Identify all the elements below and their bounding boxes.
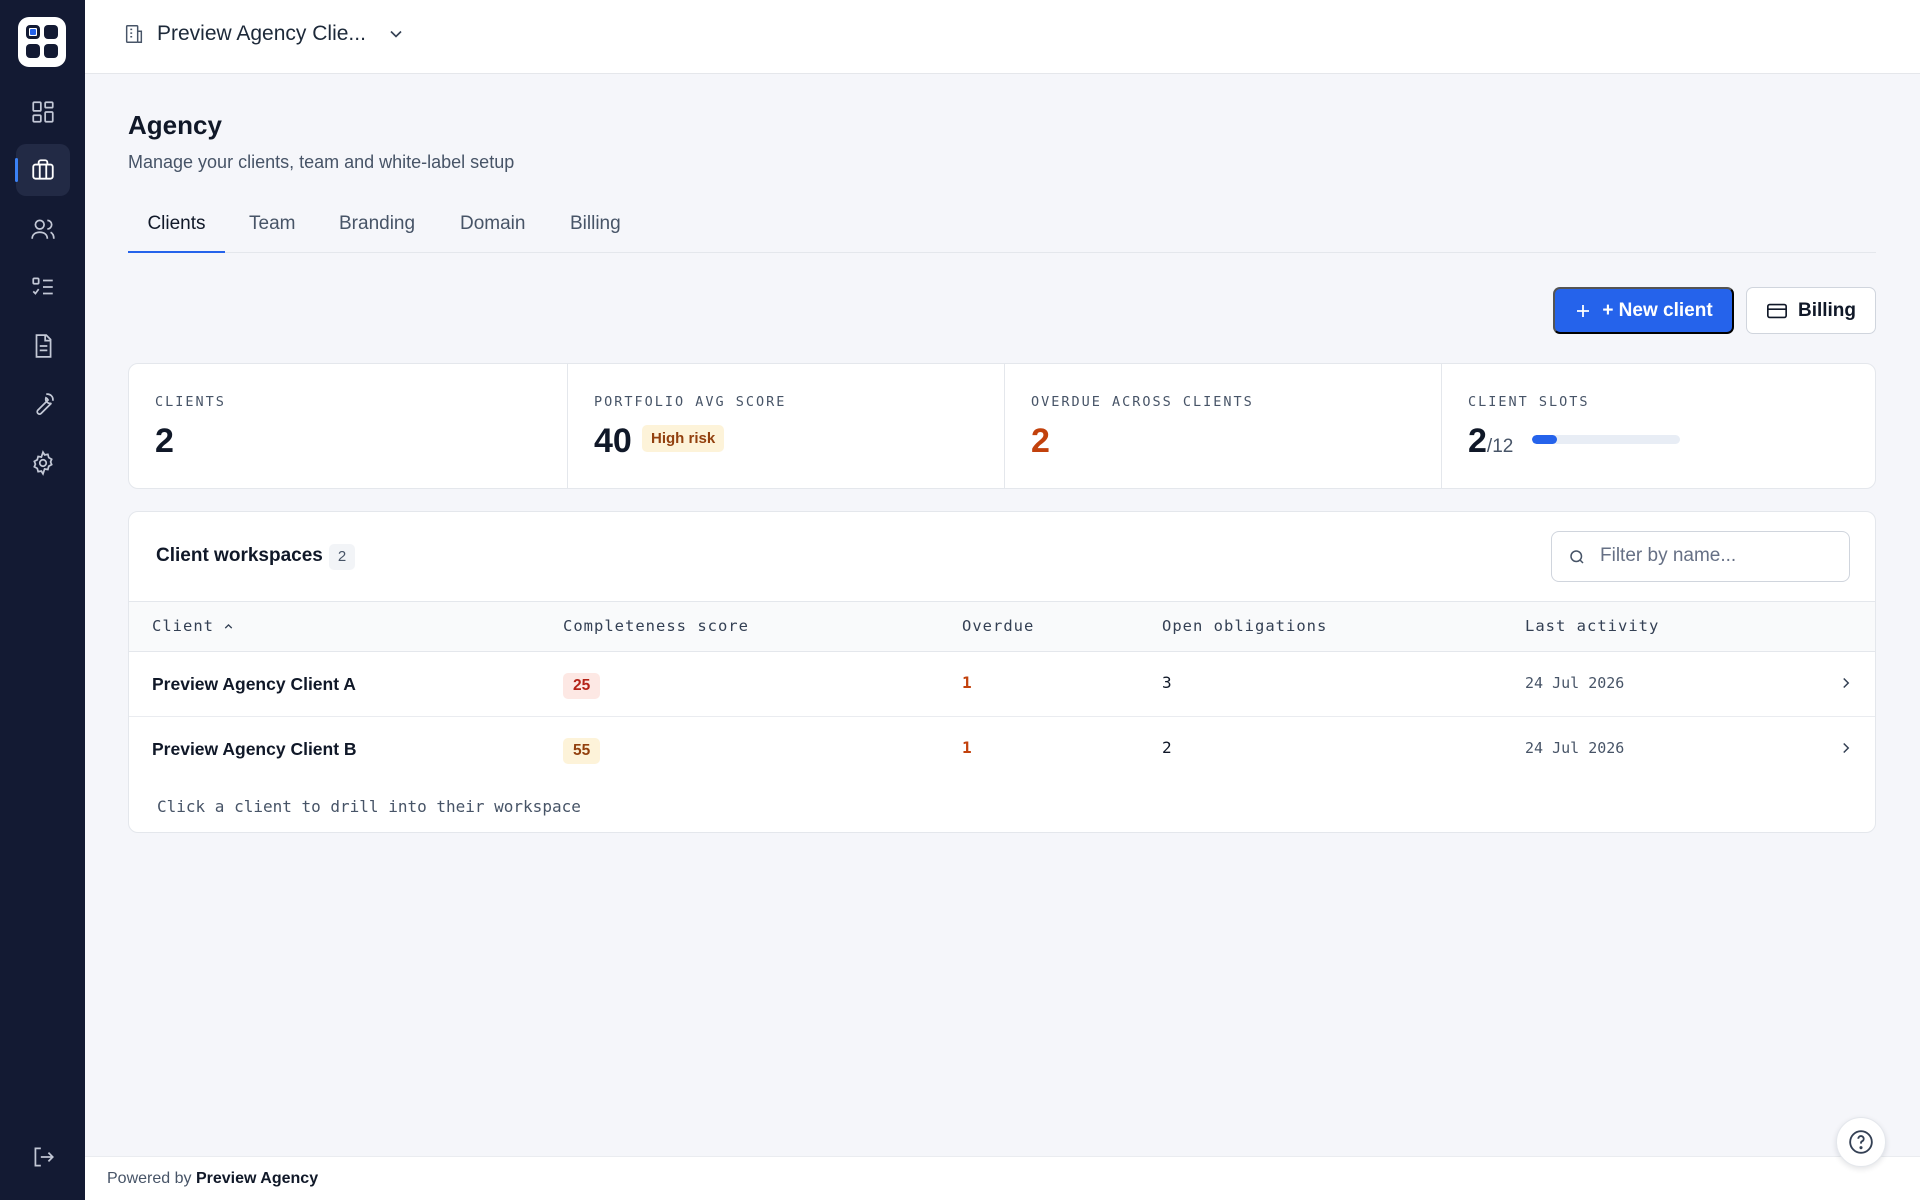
sidebar-item-tools[interactable] [16, 378, 70, 430]
stat-overdue: OVERDUE ACROSS CLIENTS 2 [1004, 364, 1441, 488]
stat-portfolio-score: PORTFOLIO AVG SCORE 40 [567, 364, 1004, 488]
score-badge: 55 [563, 738, 601, 764]
slots-progress-fill [1532, 435, 1558, 444]
sidebar-item-tasks[interactable] [16, 261, 70, 313]
chevron-down-icon [390, 30, 402, 38]
open-obligations: 3 [1162, 673, 1172, 692]
building-icon [125, 25, 143, 43]
overdue-count: 1 [962, 738, 972, 757]
sidebar-item-users[interactable] [16, 203, 70, 255]
tab-bar: Clients Team Branding Domain Billing [128, 205, 1876, 253]
chevron-right-icon [1843, 677, 1850, 689]
top-bar: Preview Agency Clie... [85, 0, 1920, 74]
last-activity: 24 Jul 2026 [1525, 674, 1625, 692]
stat-value: 2/12 [1468, 422, 1513, 461]
stats-panel: CLIENTS 2 PORTFOLIO AVG SCORE 40 OVERDUE… [128, 363, 1876, 489]
logo-tile [44, 25, 58, 39]
workspace-switcher[interactable]: Preview Agency Clie... [123, 22, 406, 46]
client-workspaces-card: Client workspaces 2 Client Completeness … [128, 511, 1876, 833]
card-title: Client workspaces [156, 545, 323, 566]
slots-total: /12 [1486, 436, 1514, 457]
billing-button[interactable]: Billing [1746, 287, 1876, 334]
stat-value: 40 [594, 422, 632, 460]
table-header: Client Completeness score Overdue Open o… [129, 601, 1875, 652]
sidebar-item-documents[interactable] [16, 320, 70, 372]
score-badge: 25 [563, 673, 601, 699]
new-client-label: + New client [1602, 299, 1713, 321]
tab-branding[interactable]: Branding [339, 205, 415, 253]
page-title: Agency [128, 110, 222, 140]
risk-badge: High risk [642, 425, 725, 452]
stat-clients: CLIENTS 2 [129, 364, 567, 488]
checklist-icon [32, 277, 53, 295]
billing-label: Billing [1797, 299, 1857, 321]
tab-domain[interactable]: Domain [460, 205, 525, 253]
page-subtitle: Manage your clients, team and white-labe… [128, 152, 515, 172]
column-header-score[interactable]: Completeness score [563, 617, 749, 635]
tab-team[interactable]: Team [249, 205, 295, 253]
stat-value: 2 [155, 422, 174, 460]
sidebar-item-agency[interactable] [15, 144, 70, 196]
sidebar-item-settings[interactable] [16, 437, 70, 489]
document-icon [35, 334, 52, 358]
logo-tile [26, 44, 40, 58]
table-hint: Click a client to drill into their works… [157, 797, 581, 816]
last-activity: 24 Jul 2026 [1525, 739, 1625, 757]
wrench-icon [36, 393, 54, 415]
powered-by-prefix: Powered by [107, 1170, 192, 1187]
app-logo[interactable] [18, 17, 66, 67]
column-header-overdue[interactable]: Overdue [962, 617, 1034, 635]
tab-billing[interactable]: Billing [570, 205, 621, 253]
stat-label: PORTFOLIO AVG SCORE [594, 394, 787, 410]
dashboard-grid-icon [32, 101, 54, 123]
column-header-last-activity[interactable]: Last activity [1525, 617, 1659, 635]
new-client-button[interactable]: + New client [1553, 287, 1734, 334]
client-name: Preview Agency Client B [152, 739, 357, 759]
filter-field[interactable] [1551, 531, 1850, 582]
filter-input[interactable] [1600, 545, 1840, 567]
help-icon [1849, 1130, 1873, 1154]
credit-card-icon [1766, 303, 1787, 318]
table-row[interactable]: Preview Agency Client B 55 1 2 24 Jul 20… [129, 717, 1875, 782]
logout-icon [34, 1147, 54, 1167]
workspace-name: Preview Agency Clie... [157, 22, 366, 45]
slots-used: 2 [1468, 422, 1487, 460]
sort-ascending-icon [224, 623, 233, 629]
stat-client-slots: CLIENT SLOTS 2/12 [1441, 364, 1875, 488]
stat-value: 2 [1031, 422, 1050, 460]
plus-icon [1577, 304, 1590, 317]
briefcase-icon [32, 159, 54, 180]
client-name: Preview Agency Client A [152, 674, 356, 694]
logo-check-tile [26, 25, 40, 39]
count-badge: 2 [329, 544, 355, 570]
users-icon [31, 219, 55, 239]
table-row[interactable]: Preview Agency Client A 25 1 3 24 Jul 20… [129, 652, 1875, 717]
footer: Powered by Preview Agency [85, 1156, 1920, 1200]
column-header-open-obligations[interactable]: Open obligations [1162, 617, 1327, 635]
chevron-right-icon [1843, 742, 1850, 754]
column-label: Client [152, 617, 214, 635]
open-obligations: 2 [1162, 738, 1172, 757]
sidebar [0, 0, 85, 1200]
stat-label: OVERDUE ACROSS CLIENTS [1031, 394, 1254, 410]
stat-label: CLIENTS [155, 394, 226, 410]
powered-by: Powered by Preview Agency [107, 1170, 318, 1188]
search-icon [1570, 550, 1584, 564]
slots-progress-bar [1532, 435, 1680, 444]
gear-icon [33, 450, 53, 476]
powered-by-brand: Preview Agency [195, 1170, 319, 1187]
logout-button[interactable] [16, 1131, 70, 1183]
overdue-count: 1 [962, 673, 972, 692]
logo-tile [44, 44, 58, 58]
column-header-client[interactable]: Client [152, 617, 235, 635]
help-button[interactable] [1836, 1117, 1886, 1167]
tab-clients[interactable]: Clients [128, 205, 225, 253]
stat-label: CLIENT SLOTS [1468, 394, 1590, 410]
sidebar-item-dashboard[interactable] [16, 86, 70, 138]
